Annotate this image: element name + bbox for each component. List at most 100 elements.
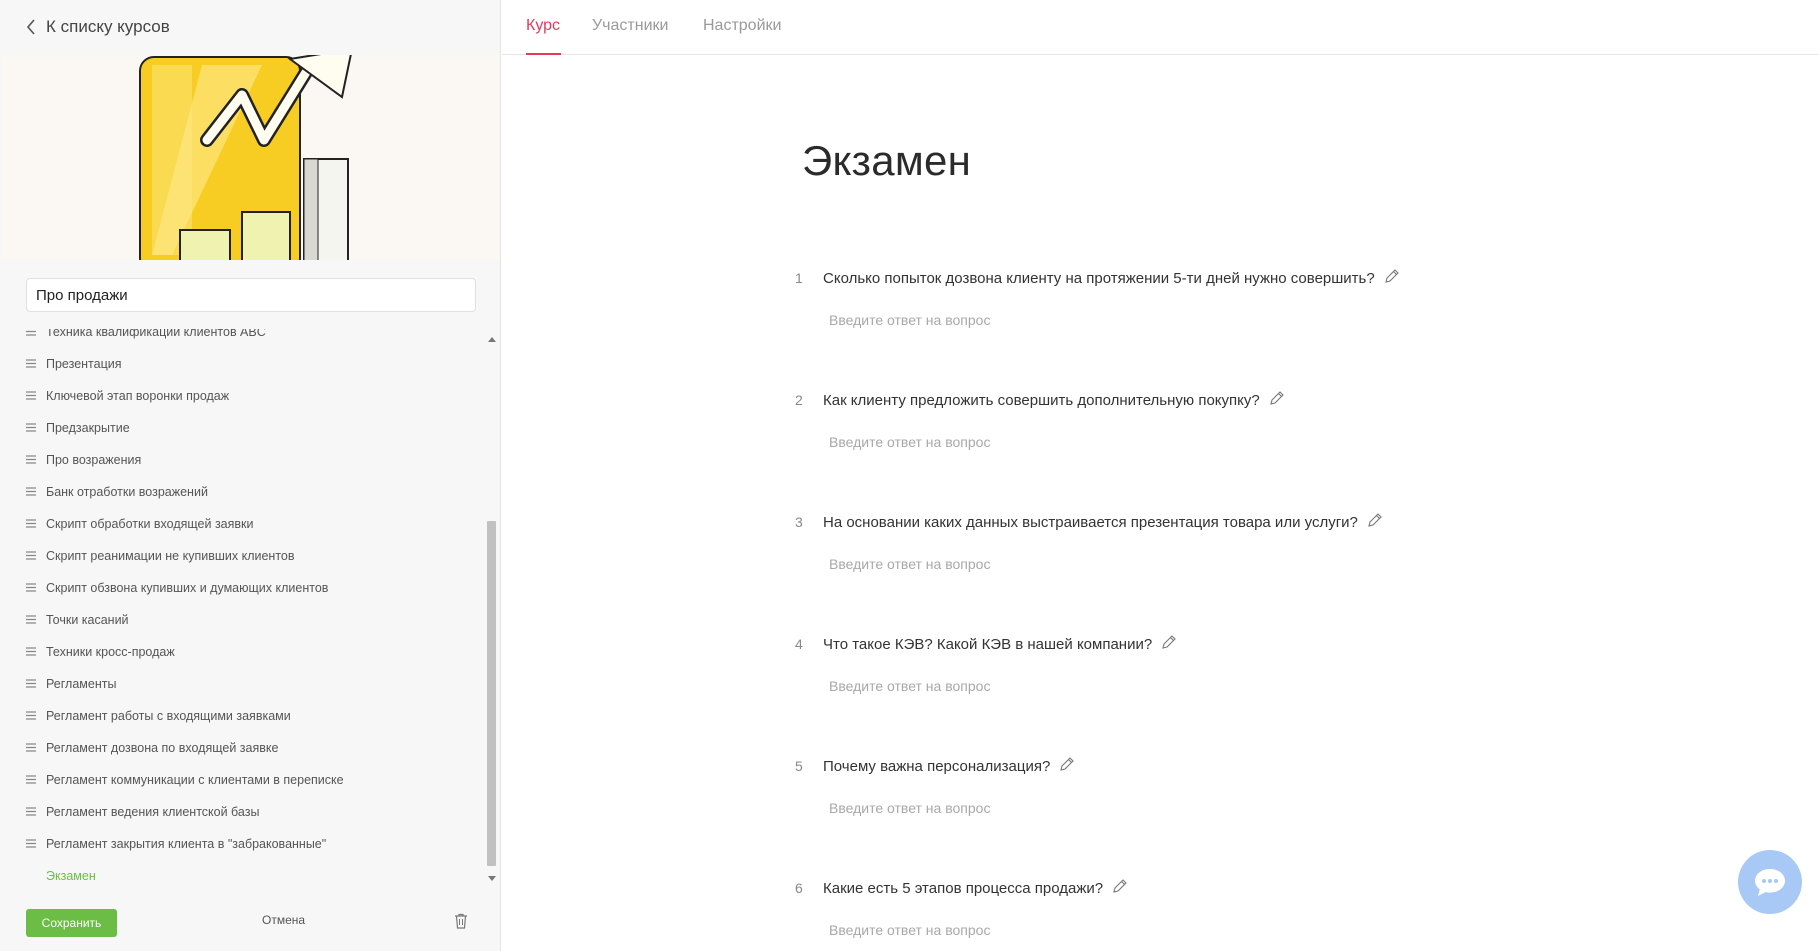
lesson-item[interactable]: Регламент закрытия клиента в "забракован… (0, 828, 483, 860)
lesson-item[interactable]: Скрипт обработки входящей заявки (0, 508, 483, 540)
question-text: Почему важна персонализация? (823, 758, 1051, 775)
lesson-label: Техника квалификации клиентов ABC (46, 329, 266, 339)
lesson-label: Презентация (46, 357, 122, 371)
lesson-item-active[interactable]: Экзамен (0, 860, 483, 887)
question-text: Как клиенту предложить совершить дополни… (823, 392, 1260, 409)
lesson-list-area: Техника квалификации клиентов ABC Презен… (0, 329, 483, 887)
drag-handle-icon[interactable] (26, 645, 36, 659)
page-title: Экзамен (802, 137, 972, 184)
drag-handle-icon[interactable] (26, 357, 36, 371)
lesson-item[interactable]: Ключевой этап воронки продаж (0, 380, 483, 412)
lesson-label: Про возражения (46, 453, 142, 467)
drag-handle-icon[interactable] (26, 677, 36, 691)
question-text: На основании каких данных выстраивается … (823, 514, 1358, 531)
drag-handle-icon[interactable] (26, 329, 36, 339)
question-number: 6 (795, 880, 803, 896)
drag-handle-icon[interactable] (26, 741, 36, 755)
drag-handle-icon[interactable] (26, 389, 36, 403)
lesson-label: Регламент закрытия клиента в "забракован… (46, 837, 327, 851)
drag-handle-icon[interactable] (26, 773, 36, 787)
course-cover-image[interactable] (2, 55, 500, 260)
chat-widget-button[interactable] (1738, 850, 1802, 914)
lesson-label: Предзакрытие (46, 421, 130, 435)
question-number: 5 (795, 758, 803, 774)
lesson-label: Банк отработки возражений (46, 485, 208, 499)
lesson-label: Ключевой этап воронки продаж (46, 389, 230, 403)
lesson-label: Техники кросс-продаж (46, 645, 175, 659)
drag-handle-icon[interactable] (26, 517, 36, 531)
drag-handle-icon[interactable] (26, 421, 36, 435)
question-number: 1 (795, 270, 803, 286)
scroll-down-arrow-icon[interactable] (488, 876, 496, 881)
pencil-icon[interactable] (1384, 269, 1399, 288)
lesson-item[interactable]: Банк отработки возражений (0, 476, 483, 508)
drag-handle-icon[interactable] (26, 613, 36, 627)
drag-handle-icon[interactable] (26, 485, 36, 499)
answer-input[interactable] (829, 678, 1429, 694)
drag-handle-icon[interactable] (26, 805, 36, 819)
answer-input[interactable] (829, 556, 1429, 572)
lesson-item[interactable]: Про возражения (0, 444, 483, 476)
lesson-item[interactable]: Предзакрытие (0, 412, 483, 444)
answer-input[interactable] (829, 800, 1429, 816)
drag-handle-icon[interactable] (26, 709, 36, 723)
chevron-left-icon (26, 19, 35, 35)
question-text: Сколько попыток дозвона клиенту на протя… (823, 270, 1375, 287)
lesson-label: Регламент дозвона по входящей заявке (46, 741, 279, 755)
lesson-label: Регламент ведения клиентской базы (46, 805, 260, 819)
tab-settings[interactable]: Настройки (703, 17, 781, 35)
lesson-label: Регламент работы с входящими заявками (46, 709, 291, 723)
back-to-courses-link[interactable]: К списку курсов (26, 17, 170, 37)
active-tab-indicator (526, 53, 561, 55)
lesson-item[interactable]: Регламент коммуникации с клиентами в пер… (0, 764, 483, 796)
pencil-icon[interactable] (1269, 391, 1284, 410)
question-number: 3 (795, 514, 803, 530)
question-text: Что такое КЭВ? Какой КЭВ в нашей компани… (823, 636, 1153, 653)
lesson-item[interactable]: Техники кросс-продаж (0, 636, 483, 668)
pencil-icon[interactable] (1059, 757, 1075, 776)
lesson-label: Скрипт обработки входящей заявки (46, 517, 254, 531)
lesson-list: Техника квалификации клиентов ABC Презен… (0, 329, 483, 887)
lesson-label: Экзамен (46, 869, 96, 883)
lesson-item[interactable]: Точки касаний (0, 604, 483, 636)
pencil-icon[interactable] (1367, 513, 1382, 532)
back-link-label: К списку курсов (46, 17, 170, 36)
question-text: Какие есть 5 этапов процесса продажи? (823, 880, 1104, 897)
lesson-item[interactable]: Презентация (0, 348, 483, 380)
lesson-item[interactable]: Регламент работы с входящими заявками (0, 700, 483, 732)
chat-bubble-icon (1755, 869, 1785, 896)
lesson-item[interactable]: Регламент ведения клиентской базы (0, 796, 483, 828)
question-number: 4 (795, 636, 803, 652)
lesson-item[interactable]: Скрипт реанимации не купивших клиентов (0, 540, 483, 572)
lesson-label: Скрипт реанимации не купивших клиентов (46, 549, 295, 563)
answer-input[interactable] (829, 434, 1429, 450)
pencil-icon[interactable] (1112, 879, 1127, 898)
lesson-label: Регламент коммуникации с клиентами в пер… (46, 773, 344, 787)
lesson-list-scrollbar[interactable] (485, 329, 499, 887)
scrollbar-thumb[interactable] (487, 521, 496, 866)
pencil-icon[interactable] (1161, 635, 1176, 654)
scroll-up-arrow-icon[interactable] (488, 337, 496, 342)
drag-handle-icon[interactable] (26, 549, 36, 563)
drag-handle-icon[interactable] (26, 453, 36, 467)
drag-handle-icon[interactable] (26, 581, 36, 595)
course-name-input[interactable] (26, 278, 476, 312)
main-tabs: Курс Участники Настройки (502, 0, 1819, 55)
lesson-item[interactable]: Регламенты (0, 668, 483, 700)
tab-course[interactable]: Курс (526, 17, 560, 35)
lesson-item[interactable]: Скрипт обзвона купивших и думающих клиен… (0, 572, 483, 604)
save-button[interactable]: Сохранить (26, 909, 117, 937)
answer-input[interactable] (829, 922, 1429, 938)
tab-participants[interactable]: Участники (592, 17, 668, 35)
sidebar: К списку курсов Техника квалификации кли… (0, 0, 501, 951)
answer-input[interactable] (829, 312, 1429, 328)
drag-handle-icon[interactable] (26, 837, 36, 851)
lesson-label: Точки касаний (46, 613, 129, 627)
lesson-item[interactable]: Техника квалификации клиентов ABC (0, 329, 483, 348)
lesson-label: Скрипт обзвона купивших и думающих клиен… (46, 581, 329, 595)
trash-icon[interactable] (454, 913, 468, 934)
cancel-button[interactable]: Отмена (262, 913, 305, 927)
question-number: 2 (795, 392, 803, 408)
lesson-item[interactable]: Регламент дозвона по входящей заявке (0, 732, 483, 764)
lesson-label: Регламенты (46, 677, 117, 691)
